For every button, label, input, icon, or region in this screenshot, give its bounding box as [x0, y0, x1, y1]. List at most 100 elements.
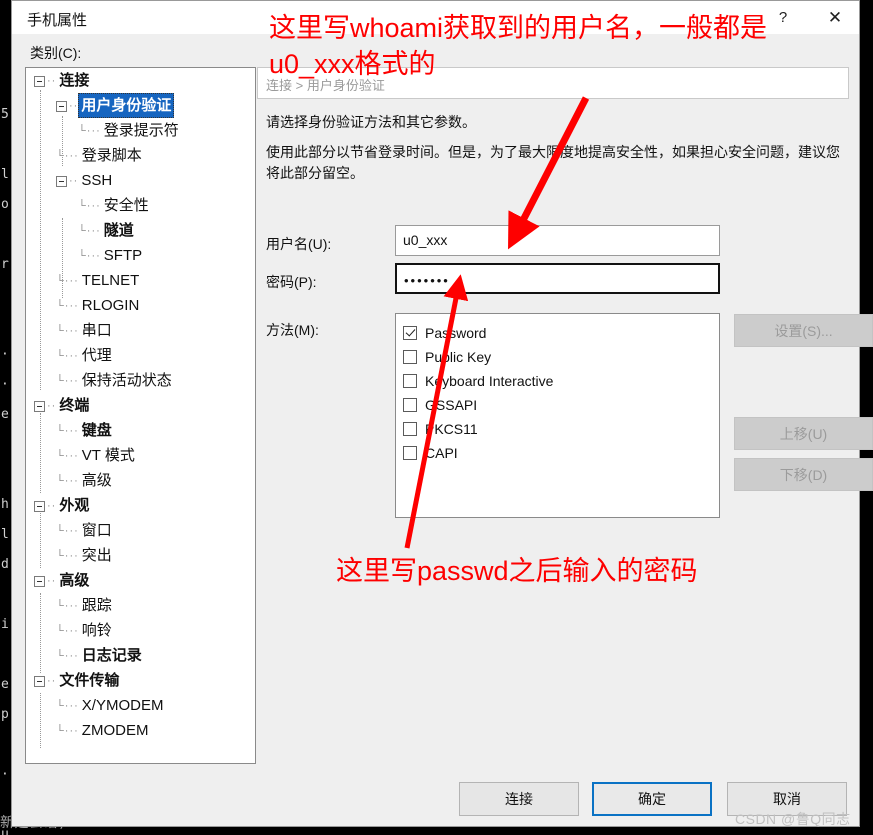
tree-item[interactable]: └··· TELNET — [26, 268, 255, 293]
tree-item[interactable]: ·· 终端 — [26, 393, 255, 418]
tree-guide-line — [62, 116, 63, 166]
tree-connector: └··· — [56, 699, 79, 712]
tree-item-label: 外观 — [59, 497, 90, 514]
breadcrumb-bar: 连接 > 用户身份验证 — [257, 67, 849, 99]
description-line-1: 请选择身份验证方法和其它参数。 — [266, 114, 476, 130]
settings-pane: 连接 > 用户身份验证 请选择身份验证方法和其它参数。 使用此部分以节省登录时间… — [257, 67, 873, 518]
move-down-button[interactable]: 下移(D) — [734, 458, 873, 491]
tree-item[interactable]: └··· VT 模式 — [26, 443, 255, 468]
category-tree[interactable]: ·· 连接 ·· 用户身份验证 └··· 登录提示符 └··· 登录脚本 ·· SSH └··· 安全… — [25, 67, 256, 764]
tree-connector: └··· — [78, 224, 101, 237]
method-checkbox-list[interactable]: Password Public Key Keyboard Interactive GS… — [395, 313, 720, 518]
watermark: CSDN @鲁Q同志 — [735, 811, 851, 827]
tree-connector: ·· — [47, 674, 57, 687]
tree-collapse-icon[interactable] — [56, 100, 67, 112]
tree-item-label: 键盘 — [81, 422, 112, 439]
tree-item[interactable]: └··· 窗口 — [26, 518, 255, 543]
method-option[interactable]: CAPI — [403, 441, 719, 465]
tree-item-label: 登录脚本 — [81, 147, 142, 164]
tree-item-label: TELNET — [81, 272, 140, 289]
tree-item[interactable]: ·· 文件传输 — [26, 668, 255, 693]
tree-connector: └··· — [56, 449, 79, 462]
description-line-2: 使用此部分以节省登录时间。但是，为了最大限度地提高安全性，如果担心安全问题，建议… — [266, 144, 840, 181]
tree-connector: └··· — [56, 149, 79, 162]
checkbox-icon[interactable] — [403, 446, 417, 460]
method-option-label: GSSAPI — [425, 397, 478, 413]
tree-item[interactable]: └··· ZMODEM — [26, 718, 255, 743]
tree-item[interactable]: └··· 登录提示符 — [26, 118, 255, 143]
method-option-label: PKCS11 — [425, 421, 478, 437]
tree-item[interactable]: └··· 登录脚本 — [26, 143, 255, 168]
checkbox-icon[interactable] — [403, 422, 417, 436]
tree-item-label: 串口 — [81, 322, 112, 339]
tree-item[interactable]: └··· 高级 — [26, 468, 255, 493]
tree-connector: └··· — [56, 374, 79, 387]
tree-item-label: SFTP — [103, 247, 143, 264]
tree-item-label: 跟踪 — [81, 597, 112, 614]
help-icon[interactable]: ? — [761, 1, 805, 34]
tree-item[interactable]: └··· RLOGIN — [26, 293, 255, 318]
tree-item[interactable]: └··· 跟踪 — [26, 593, 255, 618]
tree-item[interactable]: ·· 用户身份验证 — [26, 93, 255, 118]
tree-item[interactable]: └··· 突出 — [26, 543, 255, 568]
tree-connector: └··· — [56, 474, 79, 487]
tree-item[interactable]: └··· 安全性 — [26, 193, 255, 218]
tree-collapse-icon[interactable] — [34, 575, 45, 587]
close-icon[interactable]: ✕ — [813, 1, 857, 34]
tree-item[interactable]: └··· 日志记录 — [26, 643, 255, 668]
tree-item-label: 日志记录 — [81, 647, 142, 664]
tree-connector: └··· — [56, 524, 79, 537]
settings-button[interactable]: 设置(S)... — [734, 314, 873, 347]
username-label: 用户名(U): — [266, 236, 332, 252]
tree-guide-line — [40, 693, 41, 748]
tree-collapse-icon[interactable] — [56, 175, 67, 187]
tree-item-label: VT 模式 — [81, 447, 135, 464]
category-label: 类别(C): — [30, 45, 82, 61]
tree-item[interactable]: └··· 保持活动状态 — [26, 368, 255, 393]
tree-guide-line — [62, 218, 63, 298]
tree-item[interactable]: └··· 键盘 — [26, 418, 255, 443]
tree-item-label: 安全性 — [103, 197, 149, 214]
tree-connector: └··· — [56, 299, 79, 312]
tree-item[interactable]: ·· 高级 — [26, 568, 255, 593]
tree-collapse-icon[interactable] — [34, 400, 45, 412]
method-option[interactable]: GSSAPI — [403, 393, 719, 417]
tree-item-label: 隧道 — [103, 222, 134, 239]
password-input[interactable]: ••••••• — [395, 263, 720, 294]
username-input[interactable]: u0_xxx — [395, 225, 720, 256]
tree-item[interactable]: └··· 代理 — [26, 343, 255, 368]
tree-connector: ·· — [47, 399, 57, 412]
checkbox-icon[interactable] — [403, 398, 417, 412]
tree-connector: ·· — [47, 574, 57, 587]
tree-item-label: 响铃 — [81, 622, 112, 639]
method-option[interactable]: Password — [403, 321, 719, 345]
tree-item-label: 文件传输 — [59, 672, 120, 689]
tree-collapse-icon[interactable] — [34, 675, 45, 687]
checkbox-icon[interactable] — [403, 350, 417, 364]
connect-button[interactable]: 连接 — [459, 782, 579, 816]
ok-button[interactable]: 确定 — [592, 782, 712, 816]
tree-item-label: X/YMODEM — [81, 697, 164, 714]
tree-item[interactable]: └··· 串口 — [26, 318, 255, 343]
tree-connector: └··· — [78, 199, 101, 212]
checkbox-checked-icon[interactable] — [403, 326, 417, 340]
tree-item[interactable]: └··· X/YMODEM — [26, 693, 255, 718]
tree-collapse-icon[interactable] — [34, 75, 45, 87]
method-option[interactable]: PKCS11 — [403, 417, 719, 441]
tree-item[interactable]: ·· SSH — [26, 168, 255, 193]
tree-item[interactable]: ·· 连接 — [26, 68, 255, 93]
tree-item[interactable]: ·· 外观 — [26, 493, 255, 518]
tree-item[interactable]: └··· 隧道 — [26, 218, 255, 243]
checkbox-icon[interactable] — [403, 374, 417, 388]
method-option[interactable]: Public Key — [403, 345, 719, 369]
move-up-button[interactable]: 上移(U) — [734, 417, 873, 450]
method-option[interactable]: Keyboard Interactive — [403, 369, 719, 393]
tree-item[interactable]: └··· SFTP — [26, 243, 255, 268]
tree-item[interactable]: └··· 响铃 — [26, 618, 255, 643]
breadcrumb: 连接 > 用户身份验证 — [266, 78, 385, 93]
tree-connector: ·· — [47, 74, 57, 87]
tree-collapse-icon[interactable] — [34, 500, 45, 512]
tree-connector: └··· — [78, 249, 101, 262]
tree-item-label: RLOGIN — [81, 297, 140, 314]
tree-item-label: 突出 — [81, 547, 112, 564]
